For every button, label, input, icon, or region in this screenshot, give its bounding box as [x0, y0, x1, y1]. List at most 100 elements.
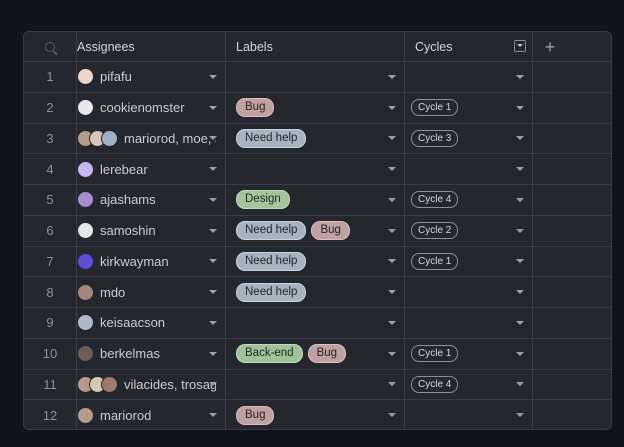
- chevron-down-icon[interactable]: [209, 105, 217, 110]
- assignees-cell[interactable]: lerebear: [77, 154, 226, 184]
- chevron-down-icon[interactable]: [516, 290, 524, 295]
- table-row[interactable]: 1 pifafu: [24, 62, 611, 93]
- avatar-group: [74, 99, 94, 117]
- column-header-assignees[interactable]: Assignees: [77, 32, 226, 61]
- cycles-cell[interactable]: Cycle 1: [405, 92, 533, 123]
- row-number: 2: [24, 92, 77, 123]
- table-row[interactable]: 9 keisaacson: [24, 308, 611, 339]
- labels-cell[interactable]: [226, 154, 405, 184]
- chevron-down-icon[interactable]: [388, 259, 396, 264]
- labels-cell[interactable]: Need help: [226, 277, 405, 307]
- chevron-down-icon[interactable]: [209, 136, 217, 141]
- table-row[interactable]: 8 mdo Need help: [24, 277, 611, 308]
- chevron-down-icon[interactable]: [209, 167, 217, 172]
- search-icon[interactable]: [45, 41, 55, 52]
- table-row[interactable]: 5 ajashams Design Cycle 4: [24, 185, 611, 216]
- empty-cell: [533, 93, 611, 123]
- table-row[interactable]: 6 samoshin Need help Bug Cycle 2: [24, 215, 611, 247]
- labels-cell[interactable]: Need help Bug: [226, 215, 405, 246]
- assignees-cell[interactable]: mariorod: [77, 400, 226, 429]
- cycles-cell[interactable]: Cycle 1: [405, 246, 533, 277]
- labels-cell[interactable]: [226, 369, 405, 400]
- chevron-down-icon[interactable]: [516, 136, 524, 141]
- chevron-down-icon[interactable]: [209, 228, 217, 233]
- chevron-down-icon[interactable]: [209, 351, 217, 356]
- cycles-cell[interactable]: [405, 277, 533, 307]
- add-column-button[interactable]: +: [533, 32, 611, 61]
- chevron-down-icon[interactable]: [209, 320, 217, 325]
- chevron-down-icon[interactable]: [516, 197, 524, 202]
- label-tag: Need help: [236, 128, 307, 148]
- assignees-cell[interactable]: samoshin: [77, 215, 226, 246]
- labels-cell[interactable]: Need help: [226, 123, 405, 154]
- chevron-down-icon[interactable]: [388, 382, 396, 387]
- column-header-assignees-label: Assignees: [77, 39, 135, 54]
- assignees-cell[interactable]: keisaacson: [77, 308, 226, 338]
- labels-cell[interactable]: Back-end Bug: [226, 338, 405, 369]
- cycles-cell[interactable]: Cycle 4: [405, 185, 533, 215]
- chevron-down-icon[interactable]: [388, 105, 396, 110]
- search-cell[interactable]: [24, 32, 77, 61]
- chevron-down-icon[interactable]: [516, 167, 524, 172]
- labels-cell[interactable]: [226, 62, 405, 92]
- assignees-cell[interactable]: vilacides, trosage: [77, 369, 226, 400]
- table-row[interactable]: 4 lerebear: [24, 154, 611, 185]
- table-row[interactable]: 10 berkelmas Back-end Bug Cycle 1: [24, 338, 611, 370]
- empty-cell: [533, 339, 611, 369]
- chevron-down-icon[interactable]: [516, 320, 524, 325]
- chevron-down-icon[interactable]: [388, 197, 396, 202]
- labels-cell[interactable]: [226, 308, 405, 338]
- assignees-cell[interactable]: cookienomster: [74, 92, 226, 123]
- chevron-down-icon[interactable]: [516, 228, 524, 233]
- assignees-cell[interactable]: kirkwayman: [77, 246, 226, 277]
- avatar: [77, 191, 94, 209]
- chevron-down-icon[interactable]: [516, 259, 524, 264]
- cycles-cell[interactable]: Cycle 3: [405, 123, 533, 154]
- chevron-down-icon[interactable]: [209, 259, 217, 264]
- chevron-down-icon[interactable]: [209, 413, 217, 418]
- chevron-down-icon[interactable]: [388, 351, 396, 356]
- chevron-down-icon[interactable]: [516, 105, 524, 110]
- table-row[interactable]: 3 mariorod, moe, ar Need help Cycle 3: [24, 123, 611, 155]
- cycles-cell[interactable]: [405, 308, 533, 338]
- cycles-cell[interactable]: [405, 62, 533, 92]
- chevron-down-icon[interactable]: [209, 290, 217, 295]
- chevron-down-icon[interactable]: [516, 382, 524, 387]
- table-row[interactable]: 12 mariorod Bug: [24, 400, 611, 429]
- cycles-cell[interactable]: Cycle 1: [405, 338, 533, 369]
- chevron-down-icon[interactable]: [388, 167, 396, 172]
- column-menu-icon[interactable]: [514, 40, 526, 52]
- chevron-down-icon[interactable]: [209, 382, 217, 387]
- cycles-cell[interactable]: [405, 154, 533, 184]
- assignees-cell[interactable]: ajashams: [77, 185, 226, 215]
- assignees-cell[interactable]: mdo: [77, 277, 226, 307]
- chevron-down-icon[interactable]: [209, 74, 217, 79]
- chevron-down-icon[interactable]: [388, 74, 396, 79]
- chevron-down-icon[interactable]: [388, 413, 396, 418]
- table-row[interactable]: 7 kirkwayman Need help Cycle 1: [24, 246, 611, 278]
- chevron-down-icon[interactable]: [388, 228, 396, 233]
- cycles-cell[interactable]: [405, 400, 533, 429]
- column-header-labels[interactable]: Labels: [226, 32, 405, 61]
- table-row[interactable]: 11 vilacides, trosage Cycle 4: [24, 369, 611, 401]
- chevron-down-icon[interactable]: [388, 320, 396, 325]
- assignees-cell[interactable]: berkelmas: [77, 338, 226, 369]
- chevron-down-icon[interactable]: [388, 136, 396, 141]
- row-number: 11: [24, 369, 77, 400]
- chevron-down-icon[interactable]: [516, 413, 524, 418]
- labels-cell[interactable]: Need help: [226, 246, 405, 277]
- empty-cell: [533, 247, 611, 277]
- table-row[interactable]: 2 cookienomster Bug Cycle 1: [24, 92, 611, 124]
- assignees-cell[interactable]: pifafu: [77, 62, 226, 92]
- chevron-down-icon[interactable]: [516, 351, 524, 356]
- chevron-down-icon[interactable]: [516, 74, 524, 79]
- labels-cell[interactable]: Bug: [226, 400, 405, 429]
- cycles-cell[interactable]: Cycle 2: [405, 215, 533, 246]
- chevron-down-icon[interactable]: [388, 290, 396, 295]
- column-header-cycles[interactable]: Cycles: [405, 32, 533, 61]
- chevron-down-icon[interactable]: [209, 197, 217, 202]
- labels-cell[interactable]: Design: [226, 185, 405, 215]
- labels-cell[interactable]: Bug: [226, 92, 405, 123]
- cycles-cell[interactable]: Cycle 4: [405, 369, 533, 400]
- assignees-cell[interactable]: mariorod, moe, ar: [77, 123, 226, 154]
